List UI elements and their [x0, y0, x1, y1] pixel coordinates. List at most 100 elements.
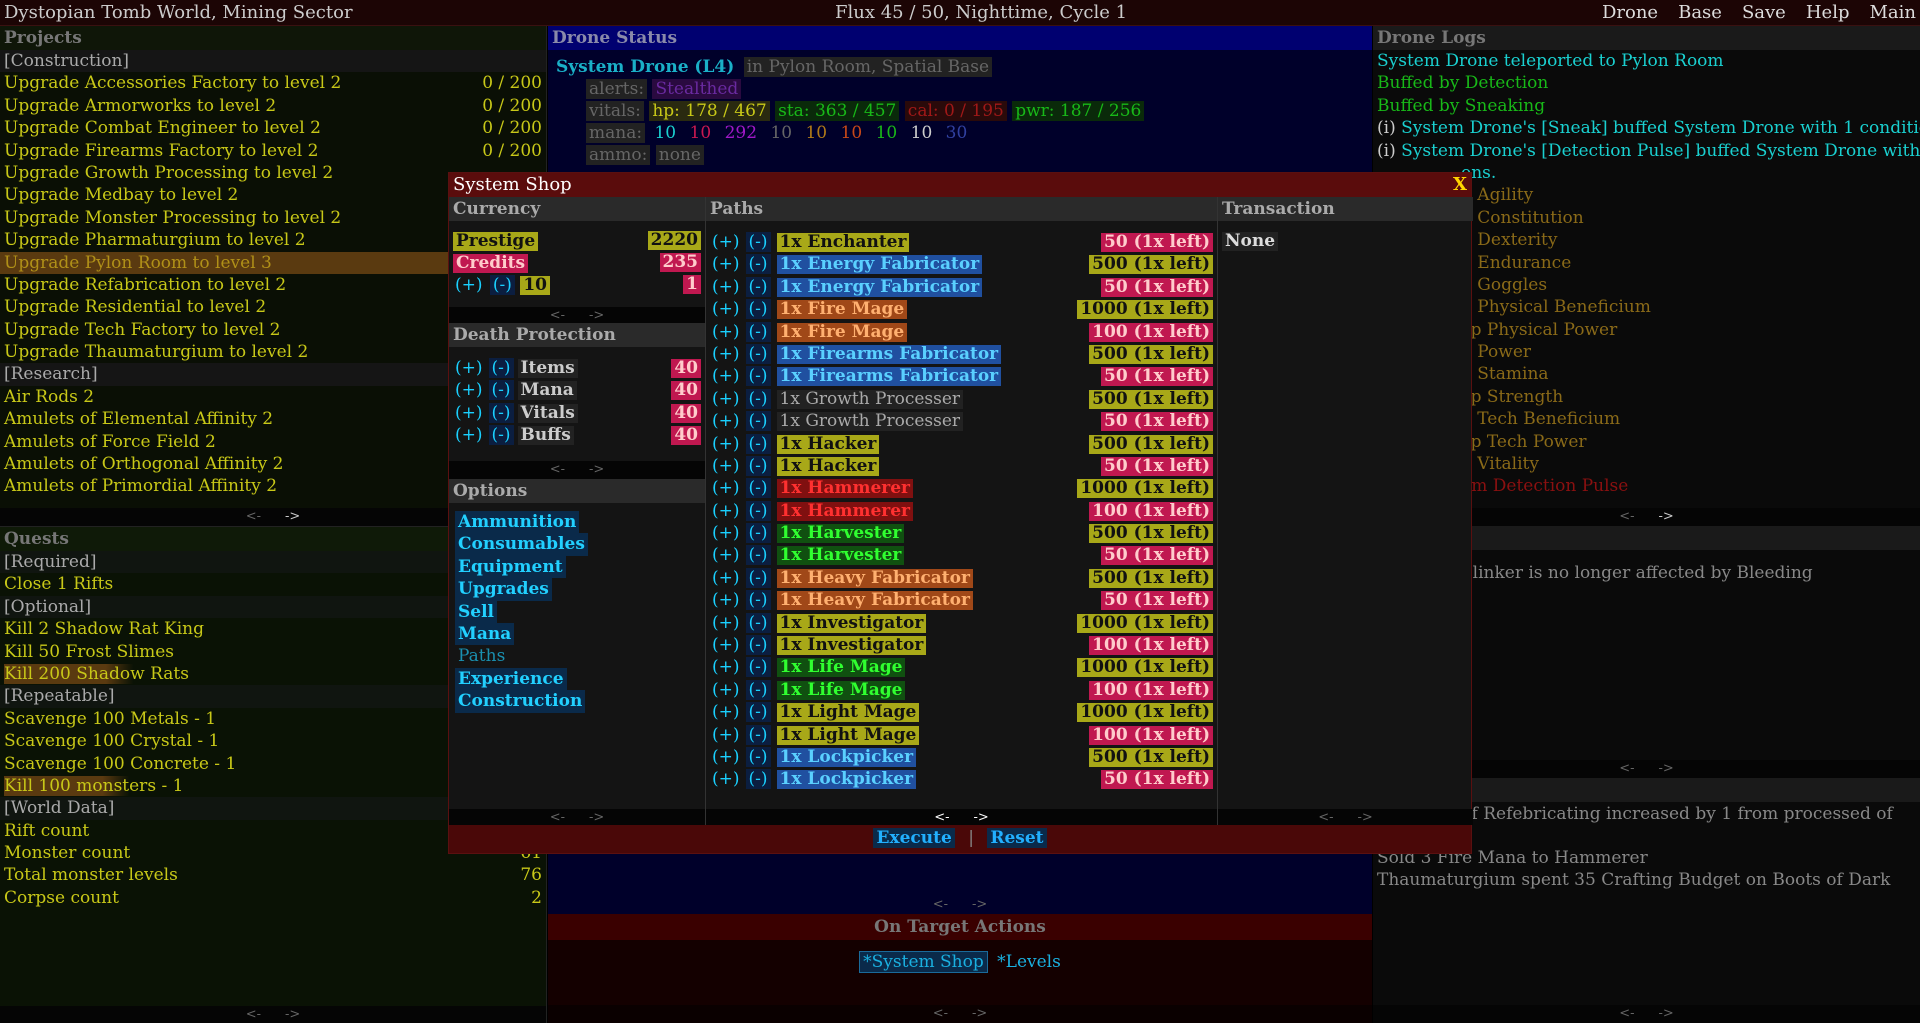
decrease-button[interactable]: (-) — [745, 657, 771, 678]
path-row[interactable]: (+) (-) 1x Firearms Fabricator 50 (1x left) — [706, 365, 1217, 387]
increase-button[interactable]: (+) — [710, 344, 742, 364]
decrease-button[interactable]: (-) — [745, 276, 771, 297]
path-row[interactable]: (+) (-) 1x Lockpicker 50 (1x left) — [706, 768, 1217, 790]
next-page-button[interactable]: -> — [974, 810, 989, 825]
path-row[interactable]: (+) (-) 1x Hacker 50 (1x left) — [706, 455, 1217, 477]
decrease-button[interactable]: (-) — [745, 746, 771, 767]
option-consumables[interactable]: Consumables — [455, 533, 588, 556]
prev-page-button[interactable]: <- — [550, 462, 565, 477]
close-button[interactable]: X — [1453, 173, 1467, 197]
prev-page-button[interactable]: <- — [1619, 509, 1634, 524]
decrease-button[interactable]: (-) — [745, 679, 771, 700]
increase-button[interactable]: (+) — [710, 411, 742, 431]
increase-button[interactable]: (+) — [710, 725, 742, 745]
prev-page-button[interactable]: <- — [246, 1007, 261, 1022]
path-row[interactable]: (+) (-) 1x Energy Fabricator 500 (1x left) — [706, 253, 1217, 275]
option-sell[interactable]: Sell — [455, 600, 498, 624]
increase-button[interactable]: (+) — [710, 232, 742, 252]
prev-page-button[interactable]: <- — [933, 897, 948, 912]
next-page-button[interactable]: -> — [1659, 1006, 1674, 1021]
menu-base[interactable]: Base — [1678, 2, 1722, 23]
project-row[interactable]: Upgrade Armorworks to level 2 0 / 200 — [0, 95, 546, 117]
decrease-button[interactable]: (-) — [745, 343, 771, 364]
drone-name[interactable]: System Drone (L4) — [556, 57, 734, 77]
path-row[interactable]: (+) (-) 1x Fire Mage 1000 (1x left) — [706, 298, 1217, 320]
decrease-button[interactable]: (-) — [745, 455, 771, 476]
option-paths[interactable]: Paths — [455, 645, 508, 667]
decrease-button[interactable]: (-) — [745, 545, 771, 566]
option-upgrades[interactable]: Upgrades — [455, 578, 552, 601]
option-construction[interactable]: Construction — [455, 690, 586, 713]
next-page-button[interactable]: -> — [589, 462, 604, 477]
system-shop-action[interactable]: *System Shop — [859, 951, 988, 973]
increase-button[interactable]: (+) — [710, 254, 742, 274]
project-row[interactable]: Upgrade Firearms Factory to level 2 0 / 2… — [0, 140, 546, 162]
reset-button[interactable]: Reset — [987, 828, 1047, 848]
next-page-button[interactable]: -> — [285, 1007, 300, 1022]
quest-row[interactable]: Total monster levels 76 — [0, 864, 546, 886]
path-row[interactable]: (+) (-) 1x Investigator 100 (1x left) — [706, 634, 1217, 656]
increase-button[interactable]: (+) — [710, 702, 742, 722]
decrease-button[interactable]: (-) — [488, 358, 514, 378]
decrease-button[interactable]: (-) — [745, 411, 771, 432]
increase-button[interactable]: (+) — [710, 769, 742, 789]
increase-button[interactable]: (+) — [453, 380, 485, 400]
option-mana[interactable]: Mana — [455, 623, 515, 646]
path-row[interactable]: (+) (-) 1x Energy Fabricator 50 (1x left) — [706, 276, 1217, 298]
next-page-button[interactable]: -> — [589, 308, 604, 323]
increase-button[interactable]: (+) — [710, 478, 742, 498]
decrease-button[interactable]: (-) — [745, 366, 771, 387]
path-row[interactable]: (+) (-) 1x Light Mage 1000 (1x left) — [706, 701, 1217, 723]
menu-drone[interactable]: Drone — [1602, 2, 1658, 23]
decrease-button[interactable]: (-) — [745, 254, 771, 275]
path-row[interactable]: (+) (-) 1x Investigator 1000 (1x left) — [706, 612, 1217, 634]
prev-page-button[interactable]: <- — [246, 509, 261, 524]
increase-button[interactable]: (+) — [710, 366, 742, 386]
next-page-button[interactable]: -> — [972, 1006, 987, 1021]
path-row[interactable]: (+) (-) 1x Life Mage 100 (1x left) — [706, 679, 1217, 701]
increase-button[interactable]: (+) — [710, 657, 742, 677]
decrease-qty-button[interactable]: (-) — [489, 275, 515, 295]
increase-button[interactable]: (+) — [710, 590, 742, 610]
path-row[interactable]: (+) (-) 1x Growth Processer 500 (1x left) — [706, 388, 1217, 410]
increase-button[interactable]: (+) — [710, 613, 742, 633]
decrease-button[interactable]: (-) — [488, 380, 514, 401]
increase-button[interactable]: (+) — [710, 501, 742, 521]
next-page-button[interactable]: -> — [589, 810, 604, 825]
prev-page-button[interactable]: <- — [1619, 1006, 1634, 1021]
increase-qty-button[interactable]: (+) — [453, 275, 485, 295]
path-row[interactable]: (+) (-) 1x Hacker 500 (1x left) — [706, 433, 1217, 455]
prev-page-button[interactable]: <- — [933, 1006, 948, 1021]
increase-button[interactable]: (+) — [710, 680, 742, 700]
increase-button[interactable]: (+) — [710, 322, 742, 342]
decrease-button[interactable]: (-) — [745, 523, 771, 544]
increase-button[interactable]: (+) — [710, 635, 742, 655]
path-row[interactable]: (+) (-) 1x Heavy Fabricator 500 (1x left) — [706, 567, 1217, 589]
decrease-button[interactable]: (-) — [745, 612, 771, 633]
levels-action[interactable]: *Levels — [997, 952, 1061, 972]
increase-button[interactable]: (+) — [710, 523, 742, 543]
increase-button[interactable]: (+) — [710, 299, 742, 319]
path-row[interactable]: (+) (-) 1x Firearms Fabricator 500 (1x left… — [706, 343, 1217, 365]
next-page-button[interactable]: -> — [1659, 509, 1674, 524]
path-row[interactable]: (+) (-) 1x Lockpicker 500 (1x left) — [706, 746, 1217, 768]
menu-save[interactable]: Save — [1742, 2, 1786, 23]
increase-button[interactable]: (+) — [710, 389, 742, 409]
path-row[interactable]: (+) (-) 1x Enchanter 50 (1x left) — [706, 231, 1217, 253]
decrease-button[interactable]: (-) — [745, 567, 771, 588]
project-row[interactable]: Upgrade Accessories Factory to level 2 0 … — [0, 72, 546, 94]
decrease-button[interactable]: (-) — [745, 321, 771, 342]
next-page-button[interactable]: -> — [1659, 761, 1674, 776]
increase-button[interactable]: (+) — [710, 747, 742, 767]
increase-button[interactable]: (+) — [453, 403, 485, 423]
increase-button[interactable]: (+) — [710, 456, 742, 476]
increase-button[interactable]: (+) — [710, 568, 742, 588]
decrease-button[interactable]: (-) — [745, 702, 771, 723]
path-row[interactable]: (+) (-) 1x Life Mage 1000 (1x left) — [706, 656, 1217, 678]
path-row[interactable]: (+) (-) 1x Harvester 500 (1x left) — [706, 522, 1217, 544]
prev-page-button[interactable]: <- — [550, 810, 565, 825]
decrease-button[interactable]: (-) — [745, 635, 771, 656]
option-ammunition[interactable]: Ammunition — [455, 511, 580, 534]
project-row[interactable]: [Construction] — [0, 50, 546, 73]
decrease-button[interactable]: (-) — [745, 724, 771, 745]
